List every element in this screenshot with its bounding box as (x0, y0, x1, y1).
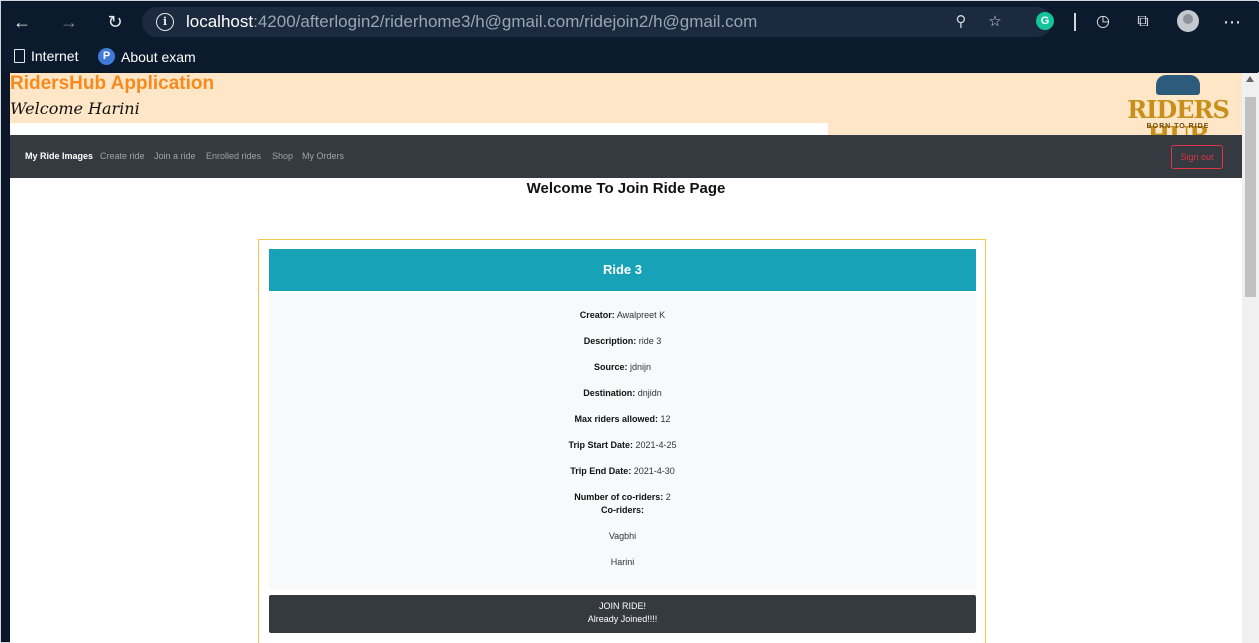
favorites-bar: Internet P About exam (2, 42, 1259, 72)
app-title: RidersHub Application (10, 73, 215, 94)
detail-destination: Destination: dnjidn (583, 388, 662, 398)
collections-icon[interactable]: ⧉ (1131, 10, 1155, 34)
favorite-internet[interactable]: Internet (14, 48, 78, 64)
corider-item: Harini (610, 557, 635, 567)
history-icon[interactable]: ◷ (1091, 10, 1115, 34)
ride-name-header: Ride 3 (269, 249, 976, 291)
nav-create-ride[interactable]: Create ride (100, 151, 145, 161)
coriders-label: Co-riders: (600, 505, 644, 515)
joined-status-text: Already Joined!!!! (587, 614, 658, 624)
detail-source: Source: jdnijn (593, 362, 652, 372)
page-title: Welcome To Join Ride Page (526, 180, 726, 197)
ride-details: Creator: Awalpreet K Description: ride 3… (269, 295, 976, 589)
join-ride-button[interactable]: JOIN RIDE! Already Joined!!!! (269, 595, 976, 633)
url-text[interactable]: localhost:4200/afterlogin2/riderhome3/h@… (186, 12, 757, 32)
back-icon[interactable]: ← (10, 10, 34, 34)
refresh-icon[interactable]: ↻ (103, 10, 127, 34)
detail-description: Description: ride 3 (583, 336, 662, 346)
nav-join-ride[interactable]: Join a ride (154, 151, 196, 161)
app-header: RidersHub Application Welcome Harini RID… (10, 73, 1242, 149)
detail-start-date: Trip Start Date: 2021-4-25 (568, 440, 677, 450)
more-options-icon[interactable]: ⋯ (1220, 10, 1244, 34)
detail-corider-count: Number of co-riders: 2 (574, 492, 671, 502)
url-host: localhost (186, 12, 254, 31)
ride-card: Ride 3 Creator: Awalpreet K Description:… (258, 239, 986, 643)
corider-item: Vagbhi (608, 531, 637, 541)
page-icon (14, 49, 25, 63)
browser-toolbar: ← → ↻ i localhost:4200/afterlogin2/rider… (2, 2, 1259, 42)
grammarly-extension-icon[interactable]: G (1036, 12, 1054, 30)
scrollbar-thumb[interactable] (1245, 97, 1256, 297)
motorcycle-icon (1156, 75, 1200, 95)
browser-window: ← → ↻ i localhost:4200/afterlogin2/rider… (0, 0, 1259, 643)
sign-out-button[interactable]: Sign out (1171, 145, 1223, 169)
detail-max-riders: Max riders allowed: 12 (574, 414, 671, 424)
nav-my-ride-images[interactable]: My Ride Images (25, 151, 93, 161)
address-bar[interactable]: i localhost:4200/afterlogin2/riderhome3/… (142, 7, 1052, 37)
favorite-label: Internet (31, 48, 79, 64)
header-strip (10, 123, 828, 135)
zoom-icon[interactable]: ⚲ (950, 11, 972, 33)
scroll-up-arrow-icon[interactable] (1246, 76, 1254, 82)
add-favorite-icon[interactable]: ☆ (984, 11, 1006, 33)
page-scrollbar[interactable] (1242, 73, 1259, 643)
nav-enrolled-rides[interactable]: Enrolled rides (206, 151, 261, 161)
profile-avatar-icon[interactable] (1177, 10, 1199, 32)
riders-hub-logo: RIDERS HUB BORN TO RIDE (1126, 73, 1230, 149)
toolbar-separator (1074, 13, 1076, 31)
join-ride-label: JOIN RIDE! (598, 601, 646, 611)
welcome-user-text: Welcome Harini (10, 99, 140, 118)
url-path: :4200/afterlogin2/riderhome3/h@gmail.com… (253, 12, 758, 31)
forward-icon[interactable]: → (57, 10, 81, 34)
favorite-about-exam[interactable]: P About exam (98, 48, 196, 65)
nav-my-orders[interactable]: My Orders (302, 151, 344, 161)
detail-creator: Creator: Awalpreet K (579, 310, 666, 320)
navbar: My Ride Images Create ride Join a ride E… (10, 135, 1242, 178)
nav-shop[interactable]: Shop (272, 151, 293, 161)
detail-end-date: Trip End Date: 2021-4-30 (570, 466, 675, 476)
site-info-icon[interactable]: i (156, 13, 174, 31)
favorite-label: About exam (121, 48, 196, 65)
web-page: RidersHub Application Welcome Harini RID… (10, 73, 1242, 643)
logo-tagline: BORN TO RIDE (1146, 123, 1210, 130)
pearson-icon: P (98, 48, 115, 65)
